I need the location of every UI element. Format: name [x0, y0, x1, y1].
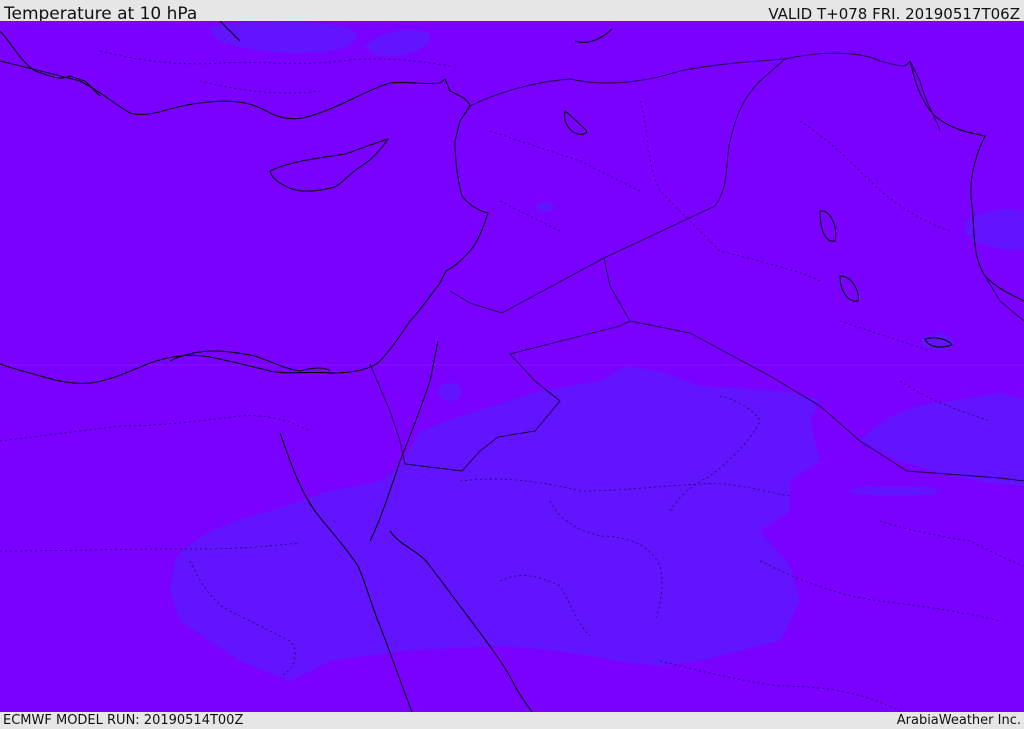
- temperature-zone-small-3: [438, 383, 462, 401]
- model-run-label: ECMWF MODEL RUN: 20190514T00Z: [3, 713, 244, 728]
- temperature-zone-small-4: [850, 486, 940, 496]
- map-canvas: [0, 21, 1024, 712]
- temperature-zone-small-1: [536, 202, 554, 212]
- weather-map[interactable]: [0, 21, 1024, 712]
- footer-bar: ECMWF MODEL RUN: 20190514T00Z ArabiaWeat…: [0, 712, 1024, 729]
- credit-label: ArabiaWeather Inc.: [896, 713, 1021, 728]
- title-bar: Temperature at 10 hPa VALID T+078 FRI. 2…: [0, 0, 1024, 24]
